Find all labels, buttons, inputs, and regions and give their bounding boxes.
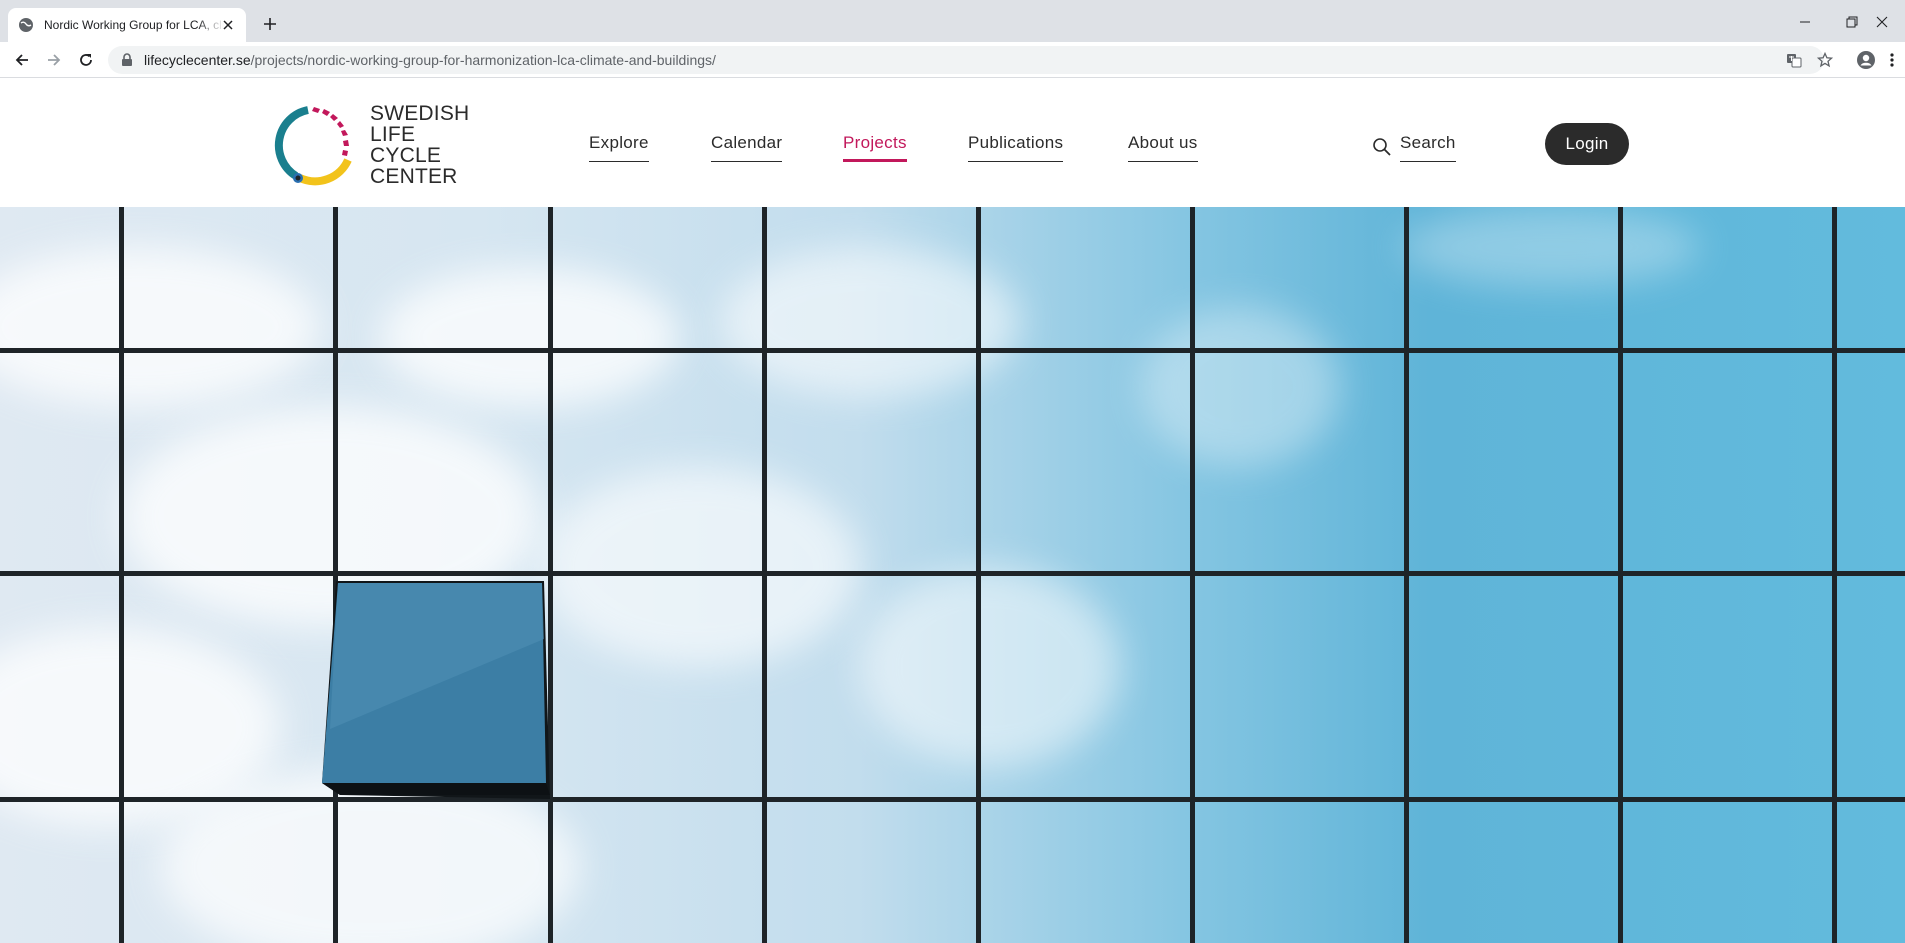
star-icon [1817,52,1833,68]
search-label: Search [1400,133,1456,162]
close-icon [1876,16,1888,28]
translate-icon [1787,54,1802,68]
logo-wordmark: SWEDISH LIFE CYCLE CENTER [370,103,492,187]
hero-image [0,207,1905,943]
account-icon [1857,51,1875,69]
window-frame [0,797,1905,802]
minimize-button[interactable] [1782,8,1828,36]
cloud [0,247,320,407]
lock-icon [122,53,132,66]
bookmark-button[interactable] [1813,48,1837,72]
nav-about-us[interactable]: About us [1128,133,1198,162]
search-icon [1373,138,1391,156]
nav-calendar[interactable]: Calendar [711,133,783,162]
cloud [540,467,860,667]
cloud [860,567,1120,767]
cloud [1140,307,1340,467]
arrow-right-icon [48,54,61,66]
url-text: lifecyclecenter.se/projects/nordic-worki… [144,52,716,68]
minimize-icon [1800,21,1810,23]
reload-button[interactable] [74,48,98,72]
nav-projects[interactable]: Projects [843,133,907,162]
tab-title: Nordic Working Group for LCA, climate an… [44,18,224,32]
new-tab-button[interactable] [258,12,282,36]
nav-publications[interactable]: Publications [968,133,1064,162]
site-logo[interactable]: SWEDISH LIFE CYCLE CENTER [272,100,492,190]
browser-tab[interactable]: Nordic Working Group for LCA, climate an… [8,8,246,42]
nav-explore[interactable]: Explore [589,133,649,162]
life-cycle-logo-icon [274,106,352,186]
back-button[interactable] [10,48,34,72]
restore-icon [1846,16,1858,28]
translate-button[interactable] [1782,48,1806,72]
forward-button[interactable] [42,48,66,72]
search-link[interactable]: Search [1372,133,1456,162]
url-host: lifecyclecenter.se [144,52,251,68]
cloud [380,267,680,407]
browser-menu-button[interactable] [1880,48,1904,72]
logo-line: LIFE CYCLE [370,123,442,167]
browser-tab-bar: Nordic Working Group for LCA, climate an… [0,0,1905,42]
close-window-button[interactable] [1859,8,1905,36]
window-frame [0,348,1905,353]
address-bar[interactable]: lifecyclecenter.se/projects/nordic-worki… [108,46,1824,74]
arrow-left-icon [15,54,28,66]
logo-line: SWEDISH [370,102,470,125]
kebab-menu-icon [1890,53,1894,67]
profile-button[interactable] [1854,48,1878,72]
window-frame [0,571,1905,576]
site-header: SWEDISH LIFE CYCLE CENTER Explore Calend… [0,79,1905,207]
reload-icon [80,54,92,66]
browser-toolbar: lifecyclecenter.se/projects/nordic-worki… [0,42,1905,78]
url-path: /projects/nordic-working-group-for-harmo… [250,52,716,68]
open-window [322,581,550,799]
globe-icon [19,18,33,32]
logo-line: CENTER [370,165,458,188]
close-tab-icon[interactable] [220,17,236,33]
plus-icon [264,18,276,30]
cloud [1400,207,1700,287]
login-button[interactable]: Login [1545,123,1629,165]
